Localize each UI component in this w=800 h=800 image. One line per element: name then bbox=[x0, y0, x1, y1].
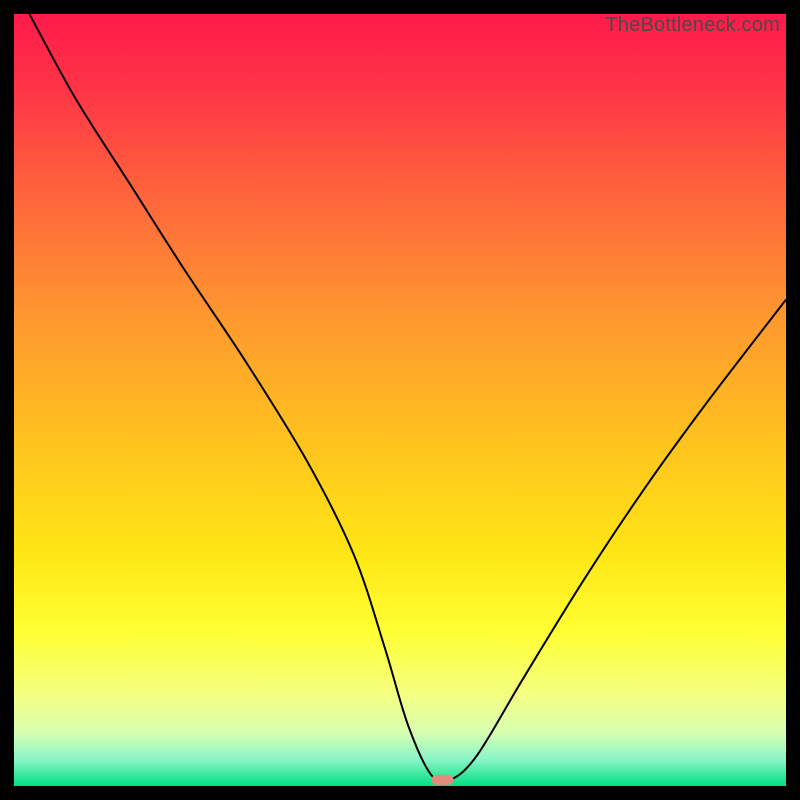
bottleneck-chart bbox=[14, 14, 786, 786]
chart-frame: TheBottleneck.com bbox=[14, 14, 786, 786]
watermark-text: TheBottleneck.com bbox=[605, 14, 780, 37]
optimal-point-marker bbox=[431, 775, 453, 785]
gradient-background bbox=[14, 14, 786, 786]
